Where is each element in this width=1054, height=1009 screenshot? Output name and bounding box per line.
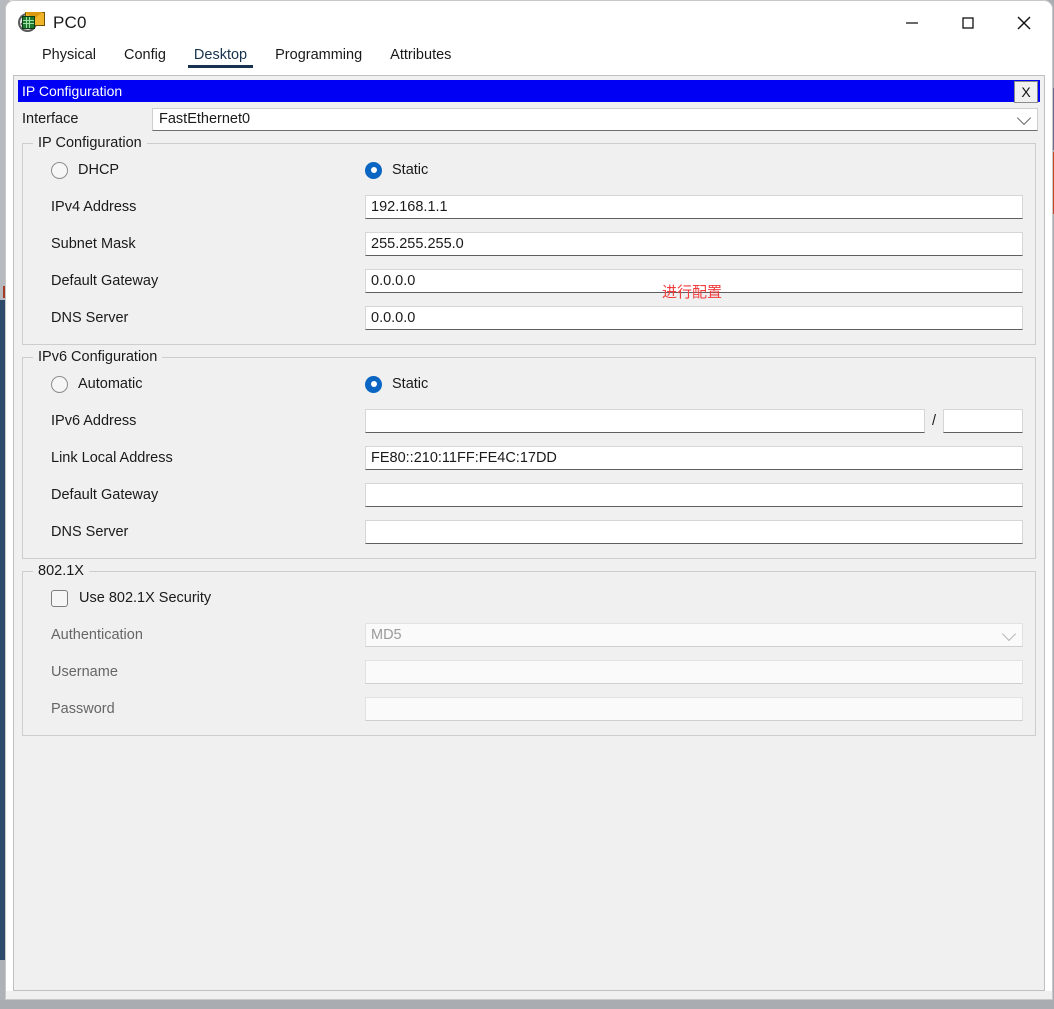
screenshot-root: PC0 Physical Config Desktop Programming … — [0, 0, 1054, 1009]
interface-value: FastEthernet0 — [159, 111, 251, 127]
ipv4-configuration-group: IP Configuration DHCP Static IPv4 Addres… — [22, 135, 1036, 345]
ipv6-group-legend: IPv6 Configuration — [33, 349, 163, 365]
ipv6-address-input[interactable] — [365, 409, 925, 433]
ipv4-address-input[interactable]: 192.168.1.1 — [365, 195, 1023, 219]
ipv4-static-radio[interactable]: Static — [365, 161, 429, 179]
window-title-bar: PC0 — [6, 1, 1052, 45]
ipv6-static-radio[interactable]: Static — [365, 375, 429, 393]
window-footer: Top CSDN @日星月云 — [6, 991, 1052, 999]
link-local-address-input[interactable]: FE80::210:11FF:FE4C:17DD — [365, 446, 1023, 470]
tab-desktop[interactable]: Desktop — [180, 45, 261, 68]
subnet-mask-row: Subnet Mask 255.255.255.0 — [35, 232, 1023, 256]
background-bottom-strip — [0, 1000, 1054, 1009]
ipv6-default-gateway-label: Default Gateway — [51, 487, 159, 503]
authentication-select[interactable]: MD5 — [365, 623, 1023, 647]
username-input[interactable] — [365, 660, 1023, 684]
password-input[interactable] — [365, 697, 1023, 721]
username-label: Username — [51, 664, 118, 680]
interface-label: Interface — [22, 111, 79, 127]
ipv4-dns-server-label: DNS Server — [51, 310, 129, 326]
subnet-mask-label: Subnet Mask — [51, 236, 136, 252]
password-row: Password — [35, 697, 1023, 721]
close-icon — [1017, 16, 1031, 30]
interface-select[interactable]: FastEthernet0 — [152, 107, 1038, 131]
ipv6-dns-server-row: DNS Server — [35, 520, 1023, 544]
ipv4-default-gateway-row: Default Gateway 0.0.0.0 — [35, 269, 1023, 293]
pc0-window: PC0 Physical Config Desktop Programming … — [5, 0, 1053, 1000]
maximize-button[interactable] — [940, 1, 996, 45]
close-button[interactable] — [996, 1, 1052, 45]
title-bar-left: PC0 — [18, 1, 87, 45]
ipv4-mode-row: DHCP Static — [35, 158, 1023, 182]
dot1x-group: 802.1X Use 802.1X Security Authenticatio… — [22, 563, 1036, 736]
authentication-row: Authentication MD5 — [35, 623, 1023, 647]
ipv6-automatic-radio[interactable]: Automatic — [35, 375, 365, 393]
inspect-envelope-icon — [18, 11, 45, 35]
ipv4-dns-server-input[interactable]: 0.0.0.0 — [365, 306, 1023, 330]
window-title: PC0 — [53, 13, 87, 32]
ipv4-address-row: IPv4 Address 192.168.1.1 — [35, 195, 1023, 219]
desktop-content-panel: IP Configuration X Interface FastEtherne… — [13, 75, 1045, 991]
ipv6-prefix-separator: / — [931, 413, 936, 429]
tab-attributes[interactable]: Attributes — [376, 45, 465, 68]
authentication-value: MD5 — [371, 627, 402, 643]
ipv6-dns-server-label: DNS Server — [51, 524, 129, 540]
ipv6-configuration-group: IPv6 Configuration Automatic Static IPv6… — [22, 349, 1036, 559]
use-dot1x-security-checkbox[interactable]: Use 802.1X Security — [35, 586, 1023, 610]
ipv6-prefix-input[interactable] — [943, 409, 1023, 433]
ipv4-default-gateway-label: Default Gateway — [51, 273, 159, 289]
minimize-icon — [906, 22, 918, 24]
ipv6-default-gateway-input[interactable] — [365, 483, 1023, 507]
password-label: Password — [51, 701, 115, 717]
checkbox-unchecked-icon — [51, 589, 68, 607]
minimize-button[interactable] — [884, 1, 940, 45]
link-local-address-row: Link Local Address FE80::210:11FF:FE4C:1… — [35, 446, 1023, 470]
interface-row: Interface FastEthernet0 — [22, 107, 1038, 131]
ipv4-group-legend: IP Configuration — [33, 135, 147, 151]
dialog-close-button[interactable]: X — [1014, 81, 1038, 103]
radio-selected-icon — [365, 375, 382, 393]
dialog-title: IP Configuration — [22, 83, 123, 99]
use-dot1x-security-label: Use 802.1X Security — [79, 590, 212, 606]
authentication-label: Authentication — [51, 627, 143, 643]
radio-unselected-icon — [51, 375, 68, 393]
radio-selected-icon — [365, 161, 382, 179]
red-annotation-text: 进行配置 — [662, 283, 723, 301]
ipv6-mode-row: Automatic Static — [35, 372, 1023, 396]
link-local-address-label: Link Local Address — [51, 450, 173, 466]
ipv4-dhcp-radio[interactable]: DHCP — [35, 161, 365, 179]
subnet-mask-input[interactable]: 255.255.255.0 — [365, 232, 1023, 256]
tab-config[interactable]: Config — [110, 45, 180, 68]
radio-unselected-icon — [51, 161, 68, 179]
ipv4-dns-server-row: DNS Server 0.0.0.0 — [35, 306, 1023, 330]
maximize-icon — [962, 17, 974, 29]
tab-physical[interactable]: Physical — [28, 45, 110, 68]
ip-configuration-dialog-header: IP Configuration X — [18, 80, 1040, 103]
tab-programming[interactable]: Programming — [261, 45, 376, 68]
tab-bar: Physical Config Desktop Programming Attr… — [6, 45, 1052, 75]
ipv4-address-label: IPv4 Address — [51, 199, 137, 215]
ipv6-address-label: IPv6 Address — [51, 413, 137, 429]
window-controls — [884, 1, 1052, 45]
chevron-down-icon — [1001, 626, 1017, 642]
ipv4-dhcp-label: DHCP — [78, 162, 120, 178]
username-row: Username — [35, 660, 1023, 684]
ipv6-dns-server-input[interactable] — [365, 520, 1023, 544]
dot1x-group-legend: 802.1X — [33, 563, 89, 579]
chevron-down-icon — [1016, 110, 1032, 126]
ipv4-static-label: Static — [392, 162, 429, 178]
ipv6-address-row: IPv6 Address / — [35, 409, 1023, 433]
ipv6-automatic-label: Automatic — [78, 376, 143, 392]
ipv6-default-gateway-row: Default Gateway — [35, 483, 1023, 507]
ipv6-static-label: Static — [392, 376, 429, 392]
